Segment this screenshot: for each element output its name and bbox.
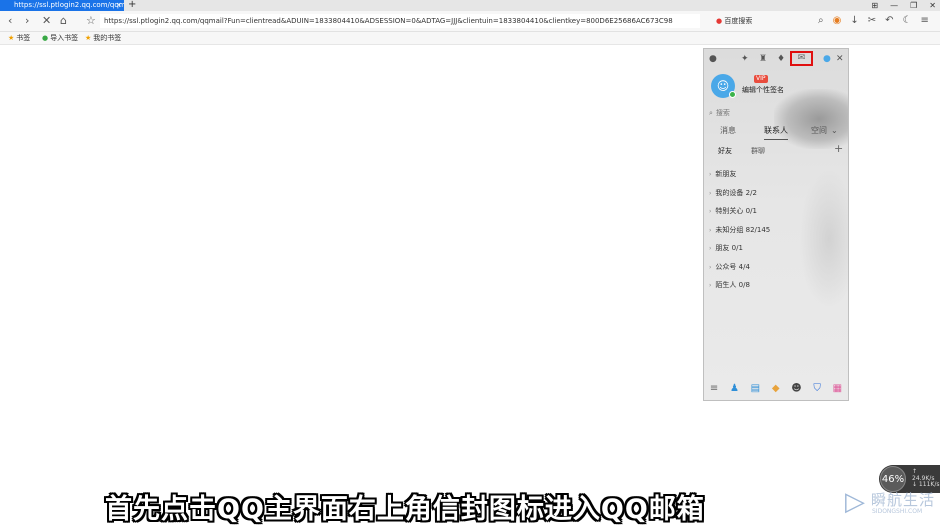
qq-close-icon[interactable]: ✕: [836, 53, 844, 65]
logo-icon: ▷: [845, 487, 865, 517]
vip-badge[interactable]: VIP: [754, 75, 768, 83]
chevron-right-icon: ›: [709, 171, 712, 178]
restore-icon[interactable]: ❐: [910, 0, 917, 11]
star-icon: ★: [8, 34, 15, 42]
search-icon: ⌕: [709, 109, 713, 117]
watermark-logo: ▷ 瞬航生活 SIDONGSHI.COM: [845, 488, 940, 520]
search-icon[interactable]: ⌕: [818, 14, 824, 28]
qq-penguin-icon: ●: [709, 54, 717, 64]
menu-icon[interactable]: ≡: [920, 14, 928, 28]
signature-text[interactable]: 编辑个性签名: [742, 85, 784, 95]
upload-speed: ↑ 24.9K/s: [912, 468, 935, 482]
tab-title: https://ssl.ptlogin2.qq.com/qqm: [14, 1, 124, 9]
download-speed: ↓ 111K/s: [912, 481, 940, 488]
avatar-face-icon: ☺: [716, 79, 730, 93]
qq-feed-icon[interactable]: ✦: [741, 53, 749, 65]
qq-shirt-icon[interactable]: ♜: [759, 53, 767, 65]
bookmark-item[interactable]: ● 导入书签: [42, 32, 78, 44]
contact-subtabs: 好友 群聊 +: [704, 143, 848, 157]
search-engine-icon: ●: [716, 17, 723, 25]
subtab-friends[interactable]: 好友: [718, 145, 732, 157]
tab-qqmail[interactable]: https://ssl.ptlogin2.qq.com/qqm: [0, 0, 124, 11]
add-friend-icon[interactable]: ♟: [730, 381, 739, 397]
file-icon[interactable]: ▤: [751, 381, 760, 397]
search-engine-box[interactable]: ● 百度搜索: [716, 15, 752, 27]
apps-icon[interactable]: ▦: [833, 381, 842, 397]
chevron-right-icon: ›: [709, 282, 712, 289]
home-icon[interactable]: ⌂: [60, 14, 67, 28]
list-item[interactable]: › 朋友 0/1: [709, 239, 843, 258]
qq-settings-icon[interactable]: ●: [823, 53, 831, 65]
chevron-right-icon: ›: [709, 263, 712, 271]
menu-icon[interactable]: ≡: [710, 381, 718, 397]
undo-icon[interactable]: ↶: [885, 14, 893, 28]
star-icon: ★: [85, 34, 92, 42]
night-mode-icon[interactable]: ☾: [903, 14, 912, 28]
chevron-right-icon: ›: [709, 208, 712, 215]
close-window-icon[interactable]: ✕: [929, 0, 936, 11]
list-item[interactable]: › 特别关心 0/1: [709, 202, 843, 221]
chevron-right-icon: ›: [709, 189, 712, 197]
cut-icon[interactable]: ✂: [868, 14, 876, 28]
back-icon[interactable]: ‹: [8, 14, 12, 28]
tab-contacts[interactable]: 联系人: [764, 123, 788, 140]
qq-bottom-toolbar: ≡ ♟ ▤ ◆ ☻ ⛉ ▦: [704, 381, 848, 397]
extension-icon[interactable]: ◉: [833, 14, 842, 28]
forward-icon[interactable]: ›: [25, 14, 29, 28]
game-icon[interactable]: ◆: [772, 381, 780, 397]
bookmark-item[interactable]: ★ 我的书签: [85, 32, 121, 44]
download-icon[interactable]: ↓: [850, 14, 858, 28]
address-bar[interactable]: https://ssl.ptlogin2.qq.com/qqmail?Fun=c…: [100, 14, 700, 28]
chevron-right-icon: ›: [709, 226, 712, 234]
window-tile-icon[interactable]: ⊞: [871, 0, 878, 11]
import-icon: ●: [42, 34, 49, 42]
qq-drop-icon[interactable]: ♦: [777, 53, 785, 65]
watermark-name: 瞬航生活: [871, 491, 936, 509]
tencent-icon[interactable]: ☻: [791, 381, 801, 397]
friend-group-list: › 新朋友 › 我的设备 2/2 › 特别关心 0/1 › 未知分组 82/145 › 朋…: [709, 165, 843, 295]
qq-mail-button[interactable]: ✉: [790, 51, 813, 66]
add-icon[interactable]: +: [834, 143, 843, 155]
online-status-icon[interactable]: [729, 91, 736, 98]
qq-search-input[interactable]: ⌕ 搜索: [709, 107, 843, 120]
list-item[interactable]: › 陌生人 0/8: [709, 276, 843, 295]
tab-dropdown-icon[interactable]: ⌄: [831, 123, 838, 139]
tab-close-icon[interactable]: ×: [116, 0, 122, 11]
list-item[interactable]: › 新朋友: [709, 165, 843, 184]
minimize-icon[interactable]: —: [890, 0, 898, 11]
qq-title-bar: ● ✦ ♜ ♦ ✉ ● ✕: [704, 49, 848, 69]
subtab-groups[interactable]: 群聊: [751, 145, 765, 157]
stop-icon[interactable]: ✕: [42, 14, 51, 28]
chevron-right-icon: ›: [709, 245, 712, 252]
qq-main-tabs: 消息 联系人 空间 ⌄: [704, 123, 848, 140]
list-item[interactable]: › 我的设备 2/2: [709, 184, 843, 203]
tab-messages[interactable]: 消息: [720, 123, 736, 139]
envelope-icon: ✉: [797, 53, 806, 63]
favorite-star-icon[interactable]: ☆: [86, 14, 96, 28]
toolbar-right: ⌕ ◉ ↓ ✂ ↶ ☾ ≡: [818, 14, 929, 28]
new-tab-button[interactable]: +: [128, 0, 136, 10]
security-icon[interactable]: ⛉: [813, 381, 821, 397]
address-text: https://ssl.ptlogin2.qq.com/qqmail?Fun=c…: [104, 17, 673, 25]
tab-strip: https://ssl.ptlogin2.qq.com/qqm × + ⊞ — …: [0, 0, 940, 11]
bookmarks-bar: ★ 书签 ● 导入书签 ★ 我的书签: [0, 32, 940, 45]
list-item[interactable]: › 公众号 4/4: [709, 258, 843, 277]
tutorial-caption: 首先点击QQ主界面右上角信封图标进入QQ邮箱: [105, 494, 705, 525]
bookmark-item[interactable]: ★ 书签: [8, 32, 30, 44]
search-engine-label: 百度搜索: [724, 17, 753, 25]
window-controls: ⊞ — ❐ ✕: [871, 0, 936, 11]
tab-qzone[interactable]: 空间: [811, 123, 827, 139]
list-item[interactable]: › 未知分组 82/145: [709, 221, 843, 240]
qq-main-panel: ● ✦ ♜ ♦ ✉ ● ✕ ☺ VIP 编辑个性签名 ⌕ 搜索 消息 联系人 空间…: [703, 48, 849, 401]
watermark-url: SIDONGSHI.COM: [872, 508, 923, 515]
navigation-bar: ‹ › ✕ ⌂ ☆ https://ssl.ptlogin2.qq.com/qq…: [0, 11, 940, 32]
